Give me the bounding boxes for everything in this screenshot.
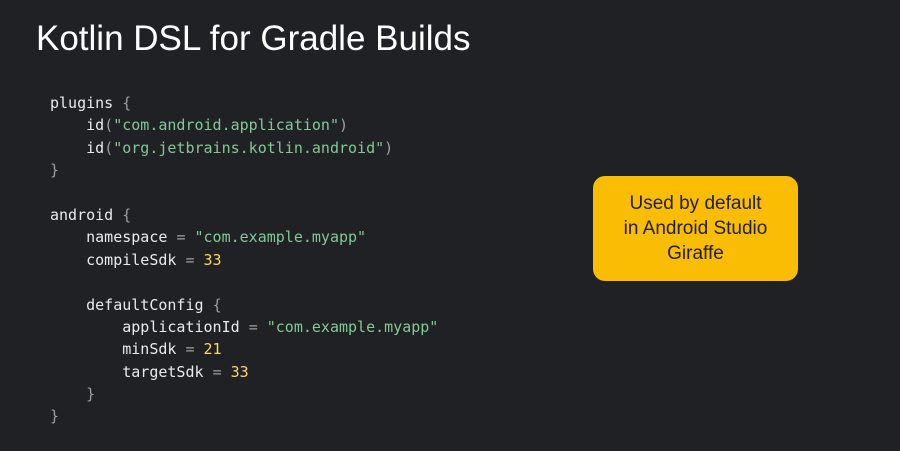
- code-token: namespace: [50, 228, 177, 247]
- code-token: targetSdk: [50, 362, 213, 381]
- code-token: ): [339, 116, 349, 135]
- code-token: }: [50, 161, 60, 180]
- code-token: }: [86, 385, 96, 404]
- code-token: android: [50, 205, 123, 224]
- code-token: =: [176, 228, 195, 247]
- code-token: 33: [203, 250, 222, 269]
- code-token: id: [50, 116, 105, 135]
- code-token: =: [185, 250, 204, 269]
- code-token: {: [122, 94, 132, 112]
- code-line: minSdk = 21: [50, 338, 438, 360]
- code-token: =: [212, 362, 231, 381]
- code-token: minSdk: [50, 340, 186, 359]
- code-token: {: [212, 295, 222, 314]
- code-line: id("org.jetbrains.kotlin.android"): [50, 137, 438, 159]
- code-line: }: [50, 383, 438, 405]
- code-token: plugins: [50, 94, 123, 112]
- code-line: targetSdk = 33: [50, 361, 438, 383]
- code-token: ): [384, 138, 394, 157]
- code-line: android {: [50, 204, 438, 226]
- code-token: "com.example.myapp": [266, 317, 439, 336]
- code-token: "com.example.myapp": [194, 228, 367, 247]
- code-line: applicationId = "com.example.myapp": [50, 316, 438, 338]
- code-token: 21: [203, 340, 222, 359]
- code-token: (: [104, 138, 114, 157]
- callout-line: Giraffe: [667, 243, 724, 264]
- code-token: id: [50, 138, 105, 157]
- slide-title: Kotlin DSL for Gradle Builds: [36, 19, 471, 58]
- callout-line: in Android Studio: [623, 218, 768, 239]
- code-token: {: [122, 205, 132, 224]
- callout-box: Used by default in Android Studio Giraff…: [593, 176, 798, 281]
- code-token: 33: [230, 362, 249, 381]
- code-token: compileSdk: [50, 250, 186, 269]
- code-token: }: [50, 407, 60, 426]
- code-line: plugins {: [50, 92, 438, 114]
- code-token: "com.android.application": [113, 116, 339, 135]
- code-block: plugins { id("com.android.application") …: [50, 92, 438, 428]
- code-line: namespace = "com.example.myapp": [50, 226, 438, 248]
- code-line: compileSdk = 33: [50, 249, 438, 271]
- code-token: =: [185, 340, 204, 359]
- code-line: }: [50, 159, 438, 181]
- code-token: "org.jetbrains.kotlin.android": [113, 138, 385, 157]
- code-token: (: [104, 116, 114, 135]
- code-line: }: [50, 405, 438, 427]
- code-token: =: [248, 317, 267, 336]
- callout-line: Used by default: [629, 193, 762, 214]
- code-token: applicationId: [50, 317, 249, 336]
- code-line: id("com.android.application"): [50, 114, 438, 136]
- code-token: defaultConfig: [50, 295, 213, 314]
- code-line: defaultConfig {: [50, 294, 438, 316]
